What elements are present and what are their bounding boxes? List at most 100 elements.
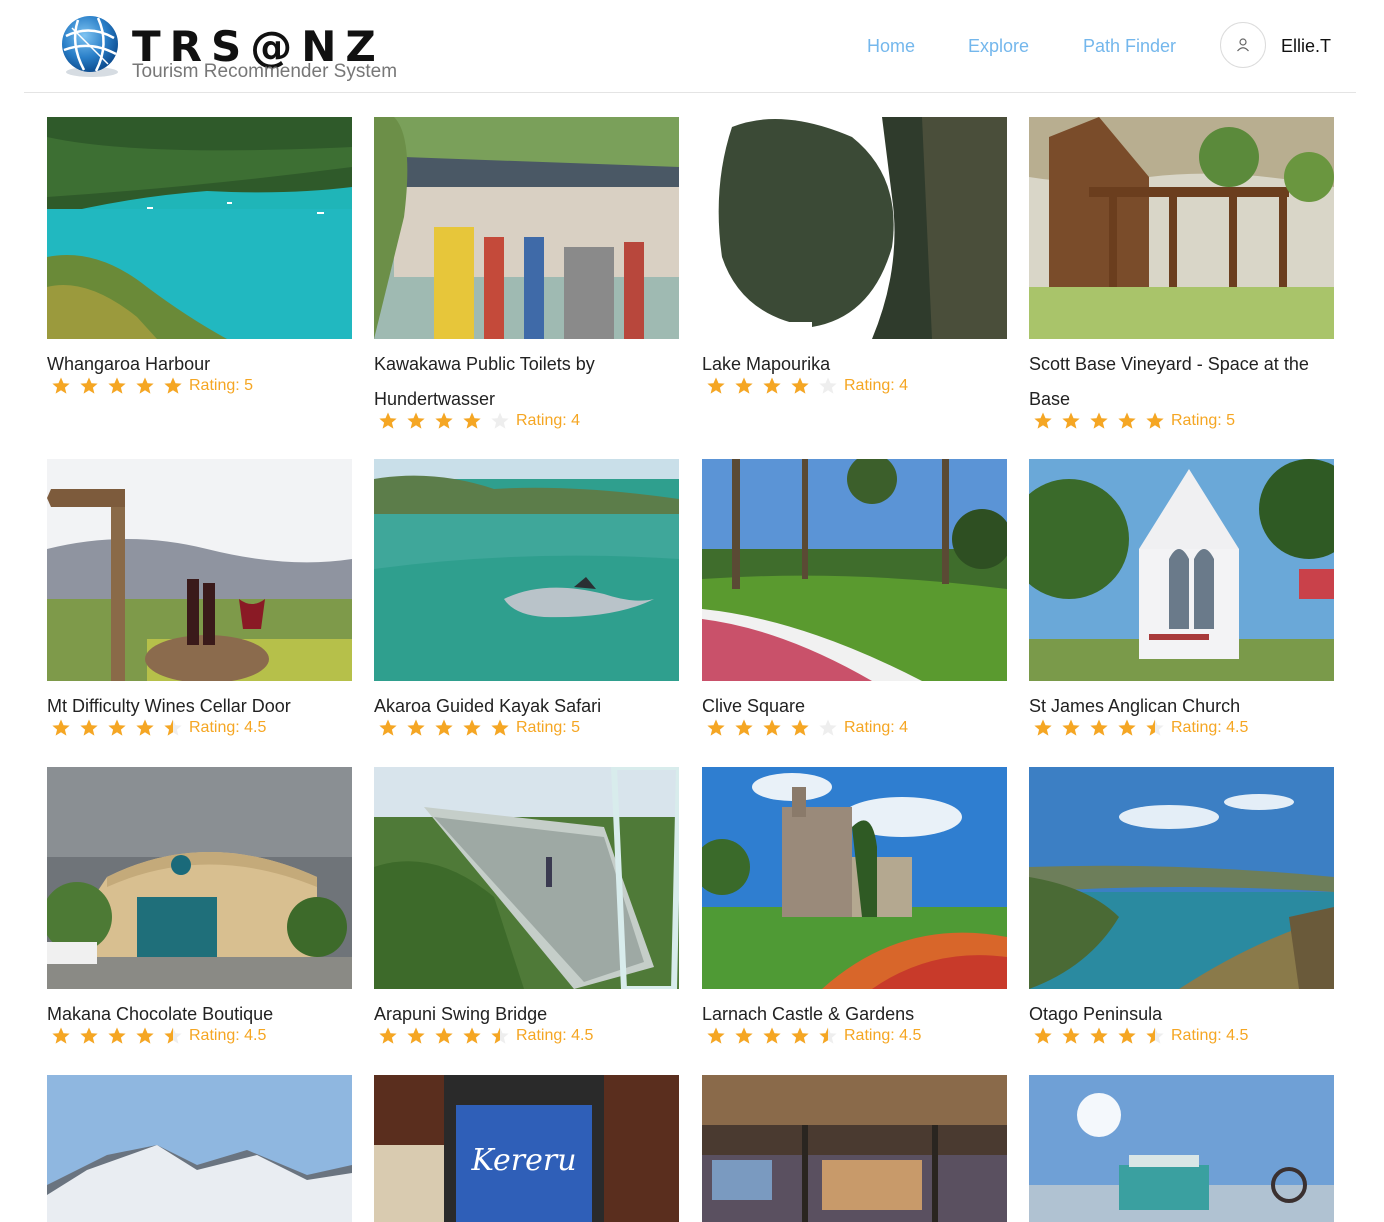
place-photo[interactable] xyxy=(374,117,679,339)
place-photo[interactable]: Kereru xyxy=(374,1075,679,1222)
nav-path-finder-link[interactable]: Path Finder xyxy=(1083,36,1176,57)
username-label[interactable]: Ellie.T xyxy=(1281,36,1331,57)
star-icon-full[interactable] xyxy=(47,376,75,396)
star-rating[interactable] xyxy=(702,1026,842,1046)
star-icon-full[interactable] xyxy=(458,1026,486,1046)
place-title[interactable]: Kawakawa Public Toilets by Hundertwasser xyxy=(374,347,674,417)
star-rating[interactable] xyxy=(374,411,514,431)
star-icon-full[interactable] xyxy=(1029,411,1057,431)
star-icon-empty[interactable] xyxy=(814,376,842,396)
star-icon-full[interactable] xyxy=(159,376,187,396)
place-photo[interactable] xyxy=(1029,459,1334,681)
nav-explore-link[interactable]: Explore xyxy=(968,36,1029,57)
user-avatar[interactable] xyxy=(1220,22,1266,68)
star-icon-full[interactable] xyxy=(702,376,730,396)
star-icon-full[interactable] xyxy=(1029,718,1057,738)
place-photo[interactable] xyxy=(1029,117,1334,339)
star-rating[interactable] xyxy=(702,718,842,738)
star-icon-full[interactable] xyxy=(131,1026,159,1046)
star-icon-full[interactable] xyxy=(786,718,814,738)
star-icon-full[interactable] xyxy=(1085,411,1113,431)
place-title[interactable]: Scott Base Vineyard - Space at the Base xyxy=(1029,347,1329,417)
place-photo[interactable] xyxy=(702,117,1007,339)
star-icon-full[interactable] xyxy=(786,1026,814,1046)
star-icon-full[interactable] xyxy=(1085,718,1113,738)
place-photo[interactable] xyxy=(47,459,352,681)
star-icon-full[interactable] xyxy=(75,718,103,738)
star-icon-full[interactable] xyxy=(402,1026,430,1046)
place-card[interactable]: Akaroa Guided Kayak Safari Rating: 5 xyxy=(374,459,679,740)
star-icon-full[interactable] xyxy=(131,718,159,738)
star-icon-full[interactable] xyxy=(430,411,458,431)
place-card[interactable]: Whangaroa Harbour Rating: 5 xyxy=(47,117,352,398)
star-icon-full[interactable] xyxy=(374,718,402,738)
place-photo[interactable] xyxy=(47,117,352,339)
star-icon-full[interactable] xyxy=(1029,1026,1057,1046)
star-icon-full[interactable] xyxy=(458,718,486,738)
place-card[interactable] xyxy=(47,1075,352,1222)
place-photo[interactable] xyxy=(702,459,1007,681)
star-icon-full[interactable] xyxy=(47,718,75,738)
star-icon-full[interactable] xyxy=(1085,1026,1113,1046)
place-card[interactable]: Otago Peninsula Rating: 4.5 xyxy=(1029,767,1334,1048)
place-card[interactable]: Lake Mapourika Rating: 4 xyxy=(702,117,1007,398)
star-icon-full[interactable] xyxy=(430,1026,458,1046)
site-logo[interactable]: TRS@NZ Tourism Recommender System xyxy=(58,14,438,84)
star-rating[interactable] xyxy=(1029,1026,1169,1046)
star-icon-full[interactable] xyxy=(103,376,131,396)
star-icon-full[interactable] xyxy=(458,411,486,431)
place-card[interactable]: Makana Chocolate Boutique Rating: 4.5 xyxy=(47,767,352,1048)
star-icon-full[interactable] xyxy=(702,718,730,738)
place-card[interactable] xyxy=(702,1075,1007,1222)
star-icon-full[interactable] xyxy=(730,1026,758,1046)
star-icon-full[interactable] xyxy=(702,1026,730,1046)
place-card[interactable]: Kawakawa Public Toilets by Hundertwasser… xyxy=(374,117,679,433)
star-icon-full[interactable] xyxy=(374,1026,402,1046)
star-icon-full[interactable] xyxy=(758,1026,786,1046)
place-card[interactable]: St James Anglican Church Rating: 4.5 xyxy=(1029,459,1334,740)
star-icon-half[interactable] xyxy=(159,1026,187,1046)
star-rating[interactable] xyxy=(1029,718,1169,738)
place-card[interactable]: Mt Difficulty Wines Cellar Door Rating: … xyxy=(47,459,352,740)
star-icon-full[interactable] xyxy=(1141,411,1169,431)
star-icon-full[interactable] xyxy=(1057,1026,1085,1046)
star-rating[interactable] xyxy=(47,376,187,396)
star-rating[interactable] xyxy=(1029,411,1169,431)
star-icon-full[interactable] xyxy=(402,411,430,431)
star-rating[interactable] xyxy=(47,1026,187,1046)
star-rating[interactable] xyxy=(702,376,842,396)
place-photo[interactable] xyxy=(374,459,679,681)
star-icon-full[interactable] xyxy=(430,718,458,738)
place-card[interactable]: Clive Square Rating: 4 xyxy=(702,459,1007,740)
star-icon-full[interactable] xyxy=(131,376,159,396)
star-icon-full[interactable] xyxy=(1057,411,1085,431)
place-photo[interactable] xyxy=(702,1075,1007,1222)
star-icon-full[interactable] xyxy=(1113,718,1141,738)
place-photo[interactable] xyxy=(374,767,679,989)
star-icon-full[interactable] xyxy=(758,718,786,738)
star-icon-full[interactable] xyxy=(1113,411,1141,431)
star-icon-full[interactable] xyxy=(758,376,786,396)
place-card[interactable]: Scott Base Vineyard - Space at the Base … xyxy=(1029,117,1334,433)
star-icon-full[interactable] xyxy=(75,1026,103,1046)
place-photo[interactable] xyxy=(1029,767,1334,989)
star-icon-full[interactable] xyxy=(47,1026,75,1046)
star-icon-full[interactable] xyxy=(730,376,758,396)
place-card[interactable]: Larnach Castle & Gardens Rating: 4.5 xyxy=(702,767,1007,1048)
star-icon-half[interactable] xyxy=(814,1026,842,1046)
star-icon-full[interactable] xyxy=(103,1026,131,1046)
place-photo[interactable] xyxy=(47,1075,352,1222)
place-card[interactable] xyxy=(1029,1075,1334,1222)
star-icon-full[interactable] xyxy=(730,718,758,738)
nav-home-link[interactable]: Home xyxy=(867,36,915,57)
star-icon-full[interactable] xyxy=(75,376,103,396)
star-icon-full[interactable] xyxy=(1057,718,1085,738)
star-icon-full[interactable] xyxy=(402,718,430,738)
star-icon-full[interactable] xyxy=(1113,1026,1141,1046)
star-icon-half[interactable] xyxy=(159,718,187,738)
star-icon-empty[interactable] xyxy=(486,411,514,431)
star-rating[interactable] xyxy=(374,1026,514,1046)
star-rating[interactable] xyxy=(374,718,514,738)
place-photo[interactable] xyxy=(1029,1075,1334,1222)
star-icon-full[interactable] xyxy=(786,376,814,396)
